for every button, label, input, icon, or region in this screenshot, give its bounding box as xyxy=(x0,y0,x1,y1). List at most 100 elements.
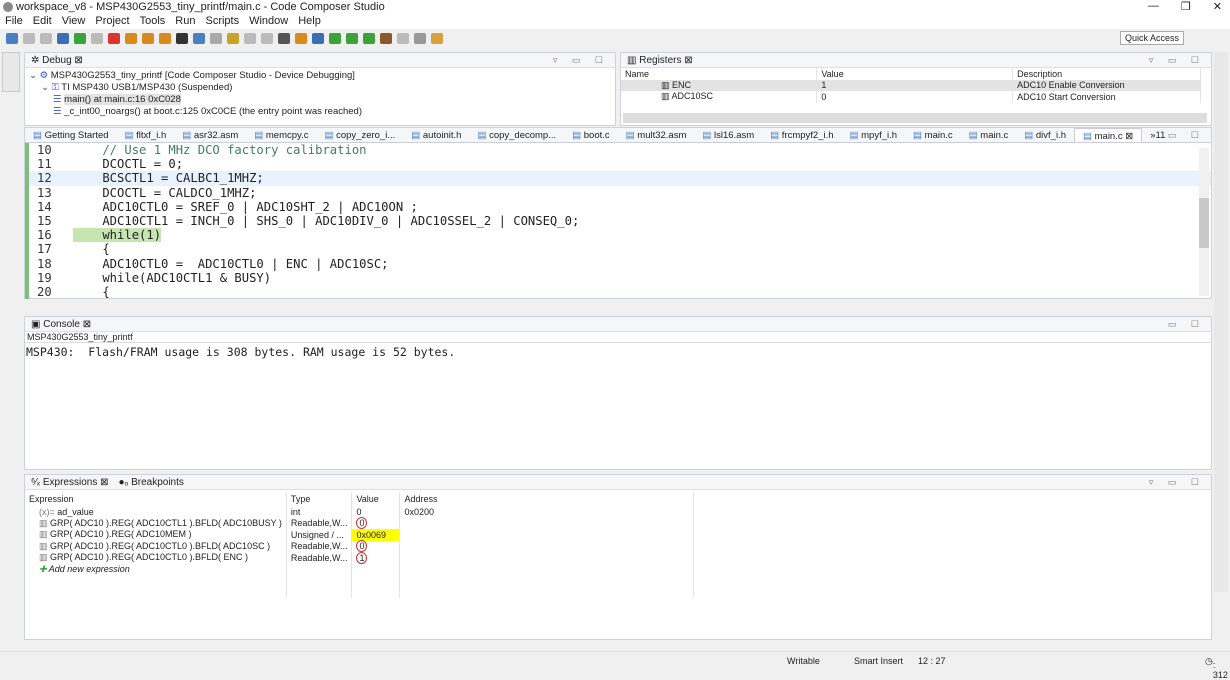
expression-value-cell[interactable]: 0 xyxy=(351,506,401,518)
menu-help[interactable]: Help xyxy=(298,14,321,29)
code-line[interactable]: 14 ADC10CTL0 = SREF_0 | ADC10SHT_2 | ADC… xyxy=(29,200,1211,214)
toolbar-button-icon[interactable] xyxy=(108,33,120,44)
minimize-button[interactable]: — xyxy=(1148,0,1159,13)
debug-tab[interactable]: ✲ Debug ⊠ xyxy=(31,55,83,66)
add-expression-row[interactable]: ✚ Add new expression xyxy=(25,563,695,575)
editor-tab[interactable]: ▤ mpyf_i.h xyxy=(842,128,906,142)
toolbar-button-icon[interactable] xyxy=(414,33,426,44)
expression-value-cell[interactable]: 0 xyxy=(351,517,401,530)
toolbar-button-icon[interactable] xyxy=(23,33,35,44)
view-controls[interactable]: ▿ ▭ ☐ xyxy=(1149,55,1205,66)
close-tab-icon[interactable]: ⊠ xyxy=(1123,131,1133,142)
editor-tab[interactable]: ▤ main.c xyxy=(961,128,1017,142)
toolbar-button-icon[interactable] xyxy=(74,33,86,44)
toolbar-button-icon[interactable] xyxy=(346,33,358,44)
toolbar-button-icon[interactable] xyxy=(295,33,307,44)
column-header[interactable]: Value xyxy=(351,492,401,506)
code-line[interactable]: 11 DCOCTL = 0; xyxy=(29,157,1211,171)
column-header[interactable]: Type xyxy=(286,492,353,506)
expression-row[interactable]: ▥ GRP( ADC10 ).REG( ADC10CTL0 ).BFLD( AD… xyxy=(25,540,695,553)
code-line[interactable]: 19 while(ADC10CTL1 & BUSY) xyxy=(29,271,1211,285)
expression-row[interactable]: (x)= ad_value int 0 0x0200 xyxy=(25,506,695,518)
menu-file[interactable]: File xyxy=(5,14,23,29)
view-controls[interactable]: ▭ ☐ xyxy=(1168,319,1205,330)
editor-tab[interactable]: ▤ lsl16.asm xyxy=(694,128,762,142)
toolbar-button-icon[interactable] xyxy=(244,33,256,44)
code-line[interactable]: 16 while(1) xyxy=(29,228,1211,243)
register-row[interactable]: ▥ ENC 1 ADC10 Enable Conversion xyxy=(621,79,1201,91)
quick-access-input[interactable]: Quick Access xyxy=(1119,31,1184,45)
editor-tab[interactable]: ▤ mult32.asm xyxy=(618,128,695,142)
left-trim-stack[interactable] xyxy=(2,52,20,92)
column-header[interactable]: Value xyxy=(816,68,1014,80)
editor-tab[interactable]: ▤ memcpy.c xyxy=(246,128,316,142)
expression-value-cell[interactable]: 0x0069 xyxy=(351,529,401,541)
column-header[interactable]: Expression xyxy=(25,492,287,506)
toolbar-button-icon[interactable] xyxy=(261,33,273,44)
toolbar-button-icon[interactable] xyxy=(227,33,239,44)
editor-tab[interactable]: ▤ main.c xyxy=(905,128,961,142)
toolbar-button-icon[interactable] xyxy=(312,33,324,44)
toolbar-button-icon[interactable] xyxy=(6,33,18,44)
toolbar-button-icon[interactable] xyxy=(176,33,188,44)
editor-tab[interactable]: ▤ asr32.asm xyxy=(174,128,246,142)
code-line[interactable]: 18 ADC10CTL0 = ADC10CTL0 | ENC | ADC10SC… xyxy=(29,257,1211,271)
column-header[interactable]: Description xyxy=(1012,68,1201,80)
toolbar-button-icon[interactable] xyxy=(159,33,171,44)
expression-value-cell[interactable]: 0 xyxy=(351,540,401,553)
column-header[interactable]: Address xyxy=(399,492,695,506)
expression-row[interactable]: ▥ GRP( ADC10 ).REG( ADC10CTL0 ).BFLD( EN… xyxy=(25,551,695,564)
code-line[interactable]: 17 { xyxy=(29,242,1211,256)
menu-tools[interactable]: Tools xyxy=(140,14,166,29)
toolbar-button-icon[interactable] xyxy=(278,33,290,44)
expression-value-cell[interactable]: 1 xyxy=(351,551,401,564)
editor-tab[interactable]: ▤ autoinit.h xyxy=(403,128,469,142)
expression-row[interactable]: ▥ GRP( ADC10 ).REG( ADC10MEM ) Unsigned /… xyxy=(25,529,695,541)
toolbar-button-icon[interactable] xyxy=(142,33,154,44)
editor-tab[interactable]: ▤ copy_decomp... xyxy=(469,128,564,142)
menu-project[interactable]: Project xyxy=(95,14,129,29)
editor-tab[interactable]: ▤ boot.c xyxy=(564,128,618,142)
debug-tree-item[interactable]: ☰ main() at main.c:16 0xC028 xyxy=(25,94,615,106)
toolbar-button-icon[interactable] xyxy=(40,33,52,44)
registers-tab[interactable]: ▥ Registers ⊠ xyxy=(627,55,693,66)
code-line[interactable]: 20 { xyxy=(29,285,1211,299)
breakpoints-tab[interactable]: ●ₒ Breakpoints xyxy=(119,477,184,488)
debug-tree-item[interactable]: ⌄ ⚙ MSP430G2553_tiny_printf [Code Compos… xyxy=(25,70,615,82)
editor-tab[interactable]: ▤ main.c ⊠ xyxy=(1074,128,1143,142)
code-line[interactable]: 13 DCOCTL = CALDCO_1MHZ; xyxy=(29,186,1211,200)
menu-scripts[interactable]: Scripts xyxy=(205,14,239,29)
code-line[interactable]: 10 // Use 1 MHz DCO factory calibration xyxy=(29,143,1211,157)
toolbar-button-icon[interactable] xyxy=(363,33,375,44)
menu-window[interactable]: Window xyxy=(249,14,288,29)
toolbar-button-icon[interactable] xyxy=(380,33,392,44)
editor-tab[interactable]: ▤ fltxf_i.h xyxy=(117,128,175,142)
editor-tab[interactable]: ▤ copy_zero_i... xyxy=(316,128,403,142)
menu-run[interactable]: Run xyxy=(175,14,195,29)
toolbar-button-icon[interactable] xyxy=(210,33,222,44)
view-controls[interactable]: ▭ ☐ xyxy=(1168,130,1205,141)
debug-tree-item[interactable]: ☰ _c_int00_noargs() at boot.c:125 0xC0CE… xyxy=(25,106,615,118)
toolbar-button-icon[interactable] xyxy=(125,33,137,44)
toolbar-button-icon[interactable] xyxy=(57,33,69,44)
view-controls[interactable]: ▿ ▭ ☐ xyxy=(553,55,609,66)
maximize-button[interactable]: ❐ xyxy=(1181,0,1191,13)
debug-tree-item[interactable]: ⌄ ⚿ TI MSP430 USB1/MSP430 (Suspended) xyxy=(25,82,615,94)
toolbar-button-icon[interactable] xyxy=(193,33,205,44)
code-line[interactable]: 12 BCSCTL1 = CALBC1_1MHZ; xyxy=(29,171,1211,186)
column-header[interactable]: Name xyxy=(621,68,818,80)
toolbar-button-icon[interactable] xyxy=(91,33,103,44)
editor-tab[interactable]: ▤ divf_i.h xyxy=(1016,128,1074,142)
toolbar-button-icon[interactable] xyxy=(329,33,341,44)
horizontal-scrollbar[interactable] xyxy=(623,113,1207,123)
console-tab[interactable]: ▣ Console ⊠ xyxy=(31,319,91,330)
vertical-scrollbar[interactable] xyxy=(1199,148,1209,296)
editor-tab[interactable]: ▤ Getting Started xyxy=(25,128,117,142)
toolbar-button-icon[interactable] xyxy=(397,33,409,44)
expressions-tab[interactable]: ⁶⁄ₓ Expressions ⊠ xyxy=(31,477,109,488)
expression-row[interactable]: ▥ GRP( ADC10 ).REG( ADC10CTL1 ).BFLD( AD… xyxy=(25,517,695,530)
right-trim-stack[interactable] xyxy=(1214,52,1228,592)
register-row[interactable]: ▥ ADC10SC 0 ADC10 Start Conversion xyxy=(621,91,1201,103)
toolbar-button-icon[interactable] xyxy=(431,33,443,44)
menu-view[interactable]: View xyxy=(62,14,86,29)
